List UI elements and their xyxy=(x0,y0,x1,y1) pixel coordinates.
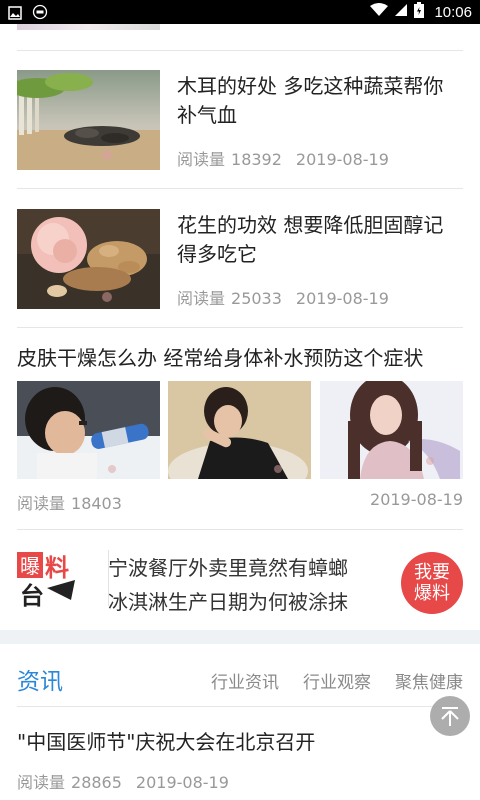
gallery-image xyxy=(320,381,463,479)
divider xyxy=(17,529,463,530)
news-tabs: 行业资讯 行业观察 聚焦健康 xyxy=(211,668,463,693)
report-news-button[interactable]: 我要 爆料 xyxy=(401,552,463,614)
baoliao-logo: 曝 料 台 xyxy=(17,548,81,610)
status-bar: 10:06 xyxy=(0,0,480,24)
article-meta: 阅读量 25033 2019-08-19 xyxy=(177,285,389,309)
arrow-up-icon xyxy=(441,707,459,726)
tab-health-focus[interactable]: 聚焦健康 xyxy=(395,668,463,693)
article-thumbnail xyxy=(17,70,160,170)
back-to-top-button[interactable] xyxy=(430,696,470,736)
section-separator xyxy=(0,630,480,644)
views-label: 阅读量 xyxy=(17,773,66,792)
baoliao-headline[interactable]: 宁波餐厅外卖里竟然有蟑螂 xyxy=(108,552,348,581)
svg-text:台: 台 xyxy=(20,582,44,610)
views-count: 18403 xyxy=(71,494,122,513)
previous-article-image-stub xyxy=(17,24,160,30)
views-label: 阅读量 xyxy=(17,494,66,513)
divider xyxy=(17,327,463,328)
gallery-notification-icon xyxy=(8,5,22,24)
views-count: 18392 xyxy=(231,150,282,169)
views-label: 阅读量 xyxy=(177,150,226,169)
article-date: 2019-08-19 xyxy=(295,289,389,308)
article-item[interactable]: 木耳的好处 多吃这种蔬菜帮你补气血 阅读量 18392 2019-08-19 xyxy=(17,70,463,170)
signal-icon xyxy=(394,3,408,21)
wifi-icon xyxy=(370,3,389,21)
svg-text:曝: 曝 xyxy=(20,554,40,578)
baoliao-headline[interactable]: 冰淇淋生产日期为何被涂抹 xyxy=(108,586,348,615)
article-date: 2019-08-19 xyxy=(295,150,389,169)
app-notification-icon xyxy=(32,4,48,24)
divider xyxy=(17,188,463,189)
news-section-header: 资讯 行业资讯 行业观察 聚焦健康 xyxy=(17,662,463,702)
svg-text:料: 料 xyxy=(45,554,69,582)
gallery-article-title[interactable]: 皮肤干燥怎么办 经常给身体补水预防这个症状 xyxy=(17,342,463,371)
divider xyxy=(17,50,463,51)
battery-icon xyxy=(414,2,425,22)
article-date: 2019-08-19 xyxy=(370,490,463,509)
article-title[interactable]: 花生的功效 想要降低胆固醇记得多吃它 xyxy=(177,211,463,269)
report-button-line: 我要 xyxy=(414,562,450,583)
article-thumbnail xyxy=(17,209,160,309)
article-meta: 阅读量 18392 2019-08-19 xyxy=(177,146,389,170)
article-item[interactable]: 花生的功效 想要降低胆固醇记得多吃它 阅读量 25033 2019-08-19 xyxy=(17,209,463,309)
views-label: 阅读量 xyxy=(177,289,226,308)
tab-industry-observation[interactable]: 行业观察 xyxy=(303,668,371,693)
article-title[interactable]: 木耳的好处 多吃这种蔬菜帮你补气血 xyxy=(177,72,463,130)
gallery-article-meta: 阅读量 18403 2019-08-19 xyxy=(17,490,463,514)
gallery-article-images[interactable] xyxy=(17,381,463,479)
news-item-meta: 阅读量 28865 2019-08-19 xyxy=(17,769,229,793)
status-time: 10:06 xyxy=(434,3,472,21)
gallery-image xyxy=(17,381,160,479)
tab-industry-news[interactable]: 行业资讯 xyxy=(211,668,279,693)
report-button-line: 爆料 xyxy=(414,583,450,604)
feed[interactable]: 木耳的好处 多吃这种蔬菜帮你补气血 阅读量 18392 2019-08-19 花生的… xyxy=(0,24,480,800)
views-count: 28865 xyxy=(71,773,122,792)
gallery-image xyxy=(168,381,311,479)
views-count: 25033 xyxy=(231,289,282,308)
article-date: 2019-08-19 xyxy=(135,773,229,792)
news-item-title[interactable]: "中国医师节"庆祝大会在北京召开 xyxy=(17,726,315,755)
baoliao-banner[interactable]: 曝 料 台 宁波餐厅外卖里竟然有蟑螂 冰淇淋生产日期为何被涂抹 我要 爆料 xyxy=(17,542,463,624)
divider xyxy=(17,706,463,707)
news-section-title: 资讯 xyxy=(17,669,63,695)
